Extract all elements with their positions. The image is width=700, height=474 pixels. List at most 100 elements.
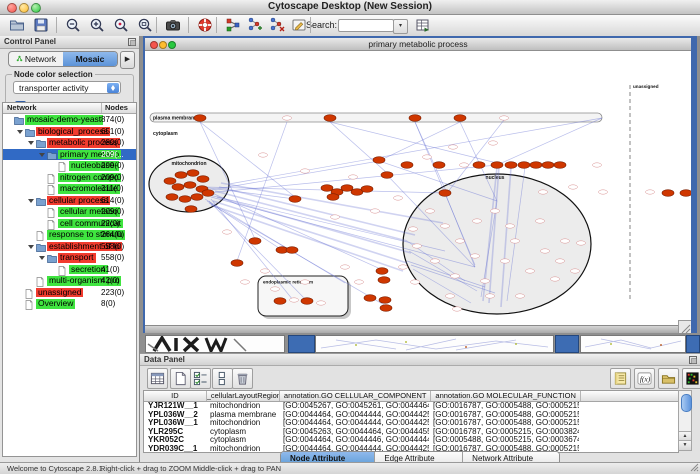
destroy-view-icon[interactable]	[266, 16, 288, 35]
background-window-fragment[interactable]	[315, 335, 554, 353]
network-node[interactable]	[274, 298, 286, 305]
network-node[interactable]	[409, 227, 418, 231]
background-window-fragment[interactable]	[580, 335, 686, 353]
tree-row[interactable]: unassigned223(0)	[3, 287, 136, 299]
window-resize-grip[interactable]	[678, 320, 691, 333]
open-attribute-folder-icon[interactable]	[658, 368, 679, 389]
tree-row[interactable]: nucleobase-209(0)	[3, 160, 136, 172]
help-lifering-icon[interactable]	[194, 16, 216, 35]
expand-triangle-icon[interactable]	[28, 141, 34, 145]
network-node[interactable]	[491, 162, 503, 169]
network-node[interactable]	[223, 230, 232, 234]
network-node[interactable]	[551, 277, 560, 281]
tree-column-network[interactable]: Network	[3, 103, 102, 113]
network-node[interactable]	[451, 274, 460, 278]
network-node[interactable]	[261, 269, 270, 273]
network-node[interactable]	[379, 297, 391, 304]
network-node[interactable]	[191, 194, 203, 201]
network-node[interactable]	[341, 185, 353, 192]
network-node[interactable]	[411, 280, 420, 284]
network-node[interactable]	[518, 162, 530, 169]
network-node[interactable]	[381, 172, 393, 179]
tree-row[interactable]: metabolic process280(0)	[3, 137, 136, 149]
network-canvas[interactable]: plasma membranecytoplasmmitochondrionnuc…	[145, 51, 691, 326]
expand-triangle-icon[interactable]	[39, 153, 45, 157]
network-node[interactable]	[172, 184, 184, 191]
network-node[interactable]	[283, 116, 292, 120]
network-node[interactable]	[378, 277, 390, 284]
network-node[interactable]	[433, 162, 445, 169]
network-node[interactable]	[554, 162, 566, 169]
zoom-in-icon[interactable]	[86, 16, 108, 35]
float-panel-icon[interactable]	[128, 38, 136, 46]
network-node[interactable]	[409, 115, 421, 122]
network-node[interactable]	[501, 259, 510, 263]
tab-network[interactable]: Network	[9, 52, 63, 66]
table-row[interactable]: YPL036W__2plasma membrane[GO:0044464, GO…	[144, 411, 678, 420]
network-node[interactable]	[394, 196, 403, 200]
table-row[interactable]: YKR052Ccytoplasm[GO:0044464, GO:0044446,…	[144, 436, 678, 445]
tree-row[interactable]: Overview8(0)	[3, 298, 136, 310]
tree-row[interactable]: response to stimulu264(0)	[3, 229, 136, 241]
network-node[interactable]	[271, 287, 280, 291]
network-node[interactable]	[289, 196, 301, 203]
network-node[interactable]	[286, 247, 298, 254]
network-node[interactable]	[373, 157, 385, 164]
tree-row[interactable]: cellular metabo209(0)	[3, 206, 136, 218]
network-node[interactable]	[249, 238, 261, 245]
network-node[interactable]	[506, 224, 515, 228]
network-node[interactable]	[481, 279, 490, 283]
network-node[interactable]	[526, 269, 535, 273]
tree-row[interactable]: transport558(0)	[3, 252, 136, 264]
network-node[interactable]	[530, 162, 542, 169]
network-node[interactable]	[599, 190, 608, 194]
network-node[interactable]	[426, 209, 435, 213]
network-node[interactable]	[516, 294, 525, 298]
table-row[interactable]: YJR121W__1mitochondrion[GO:0045267, GO:0…	[144, 402, 678, 411]
float-panel-icon[interactable]	[689, 356, 697, 364]
open-folder-icon[interactable]	[6, 16, 28, 35]
network-node[interactable]	[331, 215, 340, 219]
network-node[interactable]	[355, 280, 364, 284]
network-node[interactable]	[454, 115, 466, 122]
background-window-fragment[interactable]	[686, 335, 700, 353]
network-node[interactable]	[185, 206, 197, 213]
expand-triangle-icon[interactable]	[17, 130, 23, 134]
network-node[interactable]	[541, 249, 550, 253]
tree-row[interactable]: cellular process614(0)	[3, 195, 136, 207]
tree-row[interactable]: nitrogen compo209(0)	[3, 172, 136, 184]
network-node[interactable]	[561, 239, 570, 243]
table-scrollbar[interactable]: ▲ ▼	[678, 390, 692, 451]
network-node[interactable]	[456, 239, 465, 243]
search-dropdown-button[interactable]: ▾	[393, 19, 408, 34]
tab-overflow-button[interactable]: ▶	[120, 51, 135, 69]
tree-row[interactable]: primary metabo209(...	[3, 149, 136, 161]
background-window-fragment[interactable]	[288, 335, 315, 353]
network-node[interactable]	[364, 295, 376, 302]
network-node[interactable]	[453, 307, 462, 311]
zoom-out-icon[interactable]	[62, 16, 84, 35]
network-node[interactable]	[317, 301, 326, 305]
network-grid-icon[interactable]	[222, 16, 244, 35]
network-node[interactable]	[473, 219, 482, 223]
heatmap-matrix-icon[interactable]	[682, 368, 700, 389]
tree-row[interactable]: macromolecule311(0)	[3, 183, 136, 195]
network-node[interactable]	[489, 141, 498, 145]
scrollbar-thumb[interactable]	[681, 394, 692, 412]
table-row[interactable]: YPL036W__1mitochondrion[GO:0044464, GO:0…	[144, 419, 678, 428]
unselect-attributes-icon[interactable]	[212, 368, 233, 389]
network-node[interactable]	[399, 265, 408, 269]
network-node[interactable]	[166, 194, 178, 201]
table-column-header[interactable]: annotation.GO CELLULAR_COMPONENT	[280, 391, 430, 401]
network-node[interactable]	[491, 209, 500, 213]
network-node[interactable]	[197, 176, 209, 183]
table-icon[interactable]	[147, 368, 168, 389]
search-input[interactable]	[338, 19, 394, 32]
network-node[interactable]	[539, 190, 548, 194]
save-icon[interactable]	[30, 16, 52, 35]
import-table-icon[interactable]	[412, 16, 434, 35]
new-document-icon[interactable]	[170, 368, 191, 389]
network-node[interactable]	[401, 162, 413, 169]
network-node[interactable]	[441, 224, 450, 228]
network-node[interactable]	[593, 163, 602, 167]
